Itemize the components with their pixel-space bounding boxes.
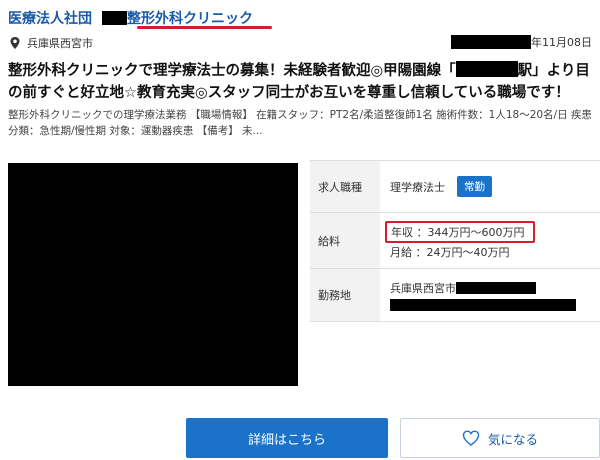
heart-icon xyxy=(462,430,480,446)
details-row-salary: 給料 年収 ：344万円～600万円 月給 ：24万円～40万円 xyxy=(310,213,600,269)
details-key: 求人職種 xyxy=(310,161,380,212)
details-key: 勤務地 xyxy=(310,269,380,321)
clinic-name-link[interactable]: 整形外科クリニック xyxy=(127,8,253,28)
redacted-block xyxy=(451,35,531,49)
clinic-photo xyxy=(8,163,298,386)
date-text: 年11月08日 xyxy=(531,36,592,49)
view-details-button[interactable]: 詳細はこちら xyxy=(186,418,388,458)
job-title[interactable]: 整形外科クリニックで理学療法士の募集！未経験者歓迎◎甲陽園線「 駅」より目の前すぐ… xyxy=(8,60,594,104)
favorite-label: 気になる xyxy=(487,431,538,447)
map-pin-icon xyxy=(10,37,20,49)
redacted-block xyxy=(390,298,576,311)
redacted-block xyxy=(456,281,536,294)
employment-type-badge: 常勤 xyxy=(457,176,492,197)
organization-name: 医療法人社団 xyxy=(8,11,92,27)
location-row: 兵庫県西宮市 xyxy=(8,35,93,51)
job-type-value: 理学療法士 xyxy=(390,180,445,194)
work-location-value: 兵庫県西宮市 xyxy=(390,281,456,295)
job-details-table: 求人職種 理学療法士 常勤 給料 年収 ：344万円～600万円 月給 ：24万… xyxy=(310,160,600,322)
monthly-salary: 月給 ：24万円～40万円 xyxy=(390,246,510,259)
title-part-1: 整形外科クリニックで理学療法士の募集！未経験者歓迎◎甲陽園線「 xyxy=(8,63,456,79)
details-key: 給料 xyxy=(310,213,380,268)
annual-salary: 年収 ：344万円～600万円 xyxy=(385,221,535,243)
job-description: 整形外科クリニックでの理学療法業務 【職場情報】 在籍スタッフ：PT2名/柔道整… xyxy=(8,109,592,137)
details-row-job: 求人職種 理学療法士 常勤 xyxy=(310,161,600,213)
redacted-block xyxy=(102,11,127,25)
posting-date: 年11月08日 xyxy=(451,34,592,50)
favorite-button[interactable]: 気になる xyxy=(400,418,600,458)
highlight-underline xyxy=(137,26,272,29)
redacted-block xyxy=(455,61,518,77)
location-text: 兵庫県西宮市 xyxy=(27,37,93,50)
details-row-location: 勤務地 兵庫県西宮市 xyxy=(310,269,600,321)
